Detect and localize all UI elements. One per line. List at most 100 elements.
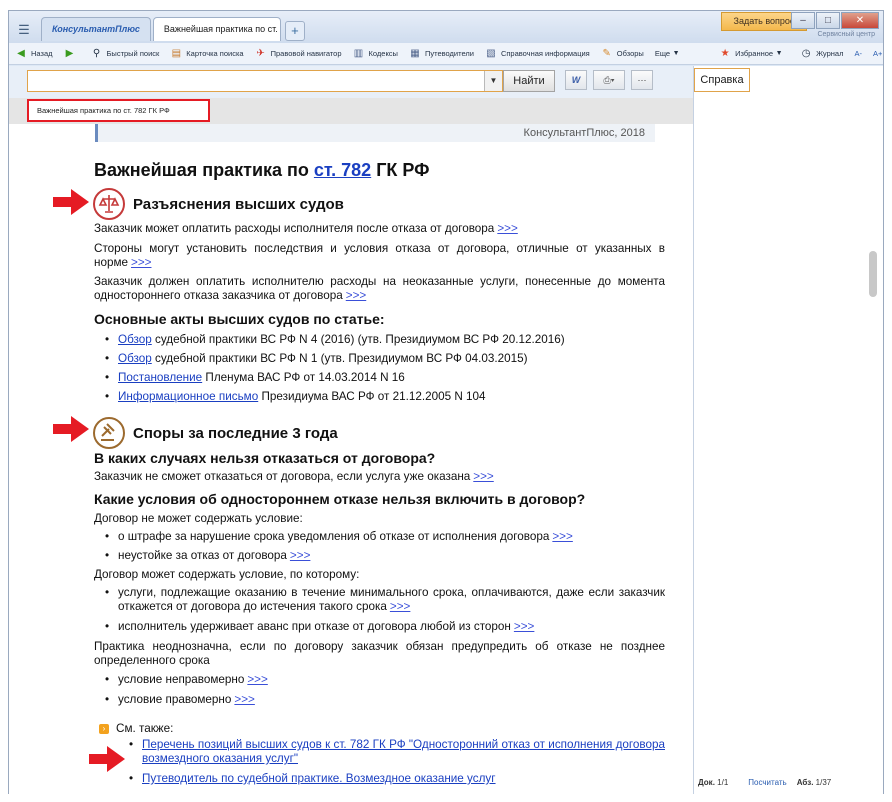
act-link[interactable]: Обзор [118, 333, 152, 346]
doc-counter-label: Док. [698, 777, 715, 787]
font-smaller-button[interactable]: A- [854, 49, 862, 58]
search-row: ▼ Найти W ⎙▾ ··· [9, 66, 693, 98]
more-options-icon[interactable]: ··· [631, 70, 653, 90]
count-link[interactable]: Посчитать [748, 778, 786, 787]
can-contain: Договор может содержать условие, по кото… [94, 568, 360, 581]
font-smaller-label: A- [854, 49, 862, 58]
s1-item-2: Стороны могут установить последствия и у… [94, 242, 665, 270]
s1-item-1: Заказчик может оплатить расходы исполнит… [94, 222, 665, 236]
title-prefix: Важнейшая практика по [94, 160, 314, 180]
cannot-item-text: о штрафе за нарушение срока уведомления … [118, 530, 550, 543]
search-input[interactable]: ▼ [27, 70, 503, 92]
chevron-down-icon: ▼ [672, 49, 680, 57]
see-also-label: См. также: [116, 722, 174, 735]
practice-item-text: условие правомерно [118, 693, 232, 706]
can-item: исполнитель удерживает аванс при отказе … [105, 620, 665, 634]
act-link[interactable]: Обзор [118, 352, 152, 365]
more-link[interactable]: >>> [390, 600, 410, 613]
more-label: Еще [654, 49, 671, 58]
doc-counter-value: 1/1 [717, 777, 729, 787]
ask-question-label: Задать вопрос [733, 16, 795, 26]
search-card-button[interactable]: ▤ Карточка поиска [170, 48, 244, 60]
act-item: Постановление Пленума ВАС РФ от 14.03.20… [105, 371, 665, 385]
find-button[interactable]: Найти [503, 70, 555, 92]
favorites-chevron-icon: ▼ [775, 49, 783, 57]
main-menu-icon[interactable]: ☰ [13, 19, 35, 41]
see-also-link[interactable]: Путеводитель по судебной практике. Возме… [142, 772, 496, 785]
forward-arrow-icon: ▶ [65, 47, 74, 59]
journal-label: Журнал [816, 49, 844, 58]
print-icon[interactable]: ⎙▾ [593, 70, 625, 90]
act-link[interactable]: Постановление [118, 371, 202, 384]
see-also: › См. также: [99, 722, 173, 735]
paragraph-counter-value: 1/37 [815, 777, 832, 787]
more-link[interactable]: >>> [514, 620, 534, 633]
more-link[interactable]: >>> [290, 549, 310, 562]
cannot-item: о штрафе за нарушение срока уведомления … [105, 530, 665, 544]
font-larger-button[interactable]: A+ [873, 49, 882, 58]
favorites-button[interactable]: ★ Избранное ▼ [719, 48, 789, 60]
forward-button[interactable]: ▶ [64, 48, 80, 60]
back-label: Назад [31, 49, 53, 58]
q2-heading: Какие условия об одностороннем отказе не… [94, 491, 586, 507]
see-also-link[interactable]: Перечень позиций высших судов к ст. 782 … [142, 738, 665, 765]
doc-counter: Док. 1/1 [698, 778, 738, 787]
more-link[interactable]: >>> [247, 673, 267, 686]
see-also-item: Путеводитель по судебной практике. Возме… [129, 772, 665, 786]
act-text: Пленума ВАС РФ от 14.03.2014 N 16 [202, 371, 405, 384]
can-item-text: исполнитель удерживает аванс при отказе … [118, 620, 511, 633]
guides-label: Путеводители [424, 49, 474, 58]
tab-document-label: Важнейшая практика по ст. 782 ГК РФ [163, 24, 280, 34]
guide-icon: ▦ [410, 47, 420, 59]
reference-button[interactable]: ▧ Справочная информация [485, 48, 590, 60]
article-link[interactable]: ст. 782 [314, 160, 371, 180]
reviews-button[interactable]: ✎ Обзоры [601, 48, 644, 60]
journal-button[interactable]: ◷ Журнал [800, 47, 844, 60]
service-center-link[interactable]: Сервисный центр [817, 31, 875, 38]
back-button[interactable]: ◀ Назад [15, 47, 53, 60]
search-card-label: Карточка поиска [186, 49, 244, 58]
more-link[interactable]: >>> [346, 289, 366, 302]
codex-button[interactable]: ▥ Кодексы [353, 48, 398, 60]
search-dropdown-button[interactable]: ▼ [484, 71, 502, 91]
tab-brand[interactable]: КонсультантПлюс [41, 17, 151, 41]
tab-brand-label: КонсультантПлюс [52, 24, 140, 34]
quick-search-button[interactable]: ⚲ Быстрый поиск [91, 48, 159, 60]
tab-document[interactable]: Важнейшая практика по ст. 782 ГК РФ [152, 17, 281, 41]
cannot-item-text: неустойке за отказ от договора [118, 549, 287, 562]
more-link[interactable]: >>> [473, 470, 493, 483]
section1-title: Разъяснения высших судов [133, 195, 344, 213]
word-export-icon[interactable]: W [565, 70, 587, 90]
more-link[interactable]: >>> [497, 222, 517, 235]
guides-button[interactable]: ▦ Путеводители [409, 48, 474, 60]
more-link[interactable]: >>> [131, 256, 151, 269]
scrollbar-thumb[interactable] [869, 251, 877, 297]
cannot-contain: Договор не может содержать условие: [94, 512, 303, 525]
cannot-item: неустойке за отказ от договора>>> [105, 549, 665, 563]
navigator-button[interactable]: ✈ Правовой навигатор [255, 48, 341, 60]
help-button[interactable]: Справка [694, 68, 750, 92]
s1-item-3-text: Заказчик должен оплатить исполнителю рас… [94, 275, 665, 302]
paragraph-counter-label: Абз. [796, 777, 814, 787]
new-tab-button[interactable]: + [284, 21, 305, 41]
title-suffix: ГК РФ [371, 160, 430, 180]
status-bar: Док. 1/1 Посчитать Абз. 1/37 [694, 771, 883, 793]
back-arrow-icon: ◀ [17, 47, 25, 59]
tab-strip: ☰ КонсультантПлюс Важнейшая практика по … [13, 17, 305, 41]
close-button[interactable]: ✕ [841, 12, 879, 29]
breadcrumb[interactable]: Важнейшая практика по ст. 782 ГК РФ [27, 99, 210, 122]
act-link[interactable]: Информационное письмо [118, 390, 258, 403]
minimize-button[interactable]: – [791, 12, 815, 29]
history-icon: ◷ [801, 47, 811, 59]
more-link[interactable]: >>> [234, 693, 254, 706]
red-arrow-icon [53, 416, 89, 442]
maximize-button[interactable]: □ [816, 12, 840, 29]
see-also-item: Перечень позиций высших судов к ст. 782 … [129, 738, 665, 766]
gavel-icon [93, 417, 125, 449]
act-text: судебной практики ВС РФ N 1 (утв. Презид… [151, 352, 528, 365]
more-button[interactable]: Еще ▼ [655, 48, 686, 60]
more-link[interactable]: >>> [552, 530, 572, 543]
codex-label: Кодексы [368, 49, 398, 58]
practice-note: Практика неоднозначна, если по договору … [94, 640, 665, 667]
act-text: судебной практики ВС РФ N 4 (2016) (утв.… [151, 333, 565, 346]
